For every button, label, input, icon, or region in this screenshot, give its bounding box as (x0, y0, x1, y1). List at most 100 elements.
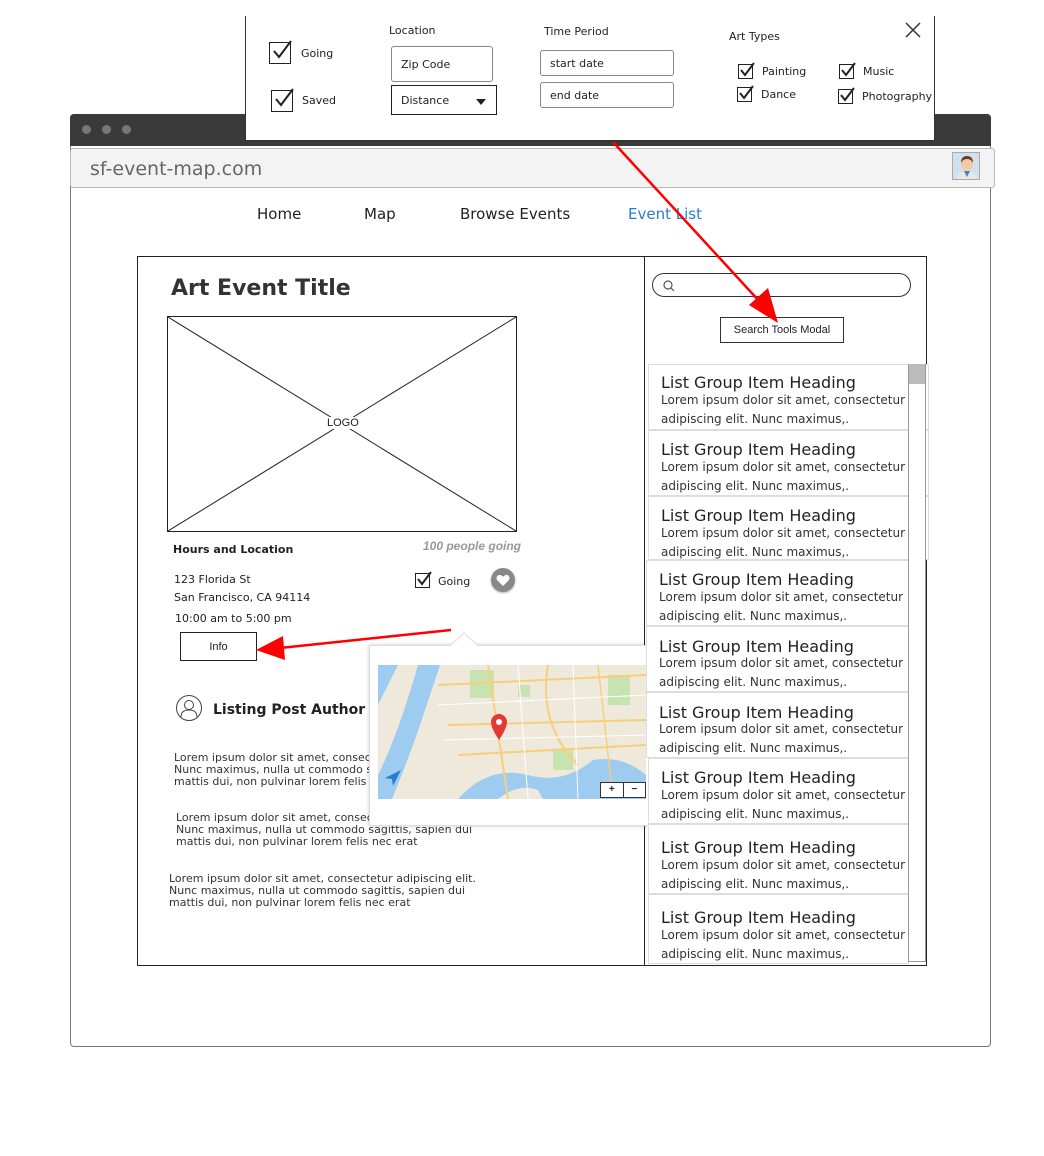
list-item-heading: List Group Item Heading (661, 440, 856, 459)
going-checkbox[interactable] (415, 571, 432, 588)
list-item-text: Lorem ipsum dolor sit amet, consectetur (659, 722, 904, 736)
nav-map[interactable]: Map (364, 205, 396, 223)
close-icon[interactable] (904, 21, 922, 39)
music-checkbox[interactable] (839, 62, 856, 79)
list-item-heading: List Group Item Heading (659, 570, 854, 589)
map-pin-icon[interactable] (490, 713, 508, 741)
art-types-heading: Art Types (729, 30, 780, 43)
list-item-text: Lorem ipsum dolor sit amet, consectetur (661, 526, 906, 540)
info-button[interactable]: Info (180, 632, 257, 661)
search-icon (663, 280, 675, 292)
favorite-heart-button[interactable] (491, 568, 515, 592)
going-filter-checkbox[interactable] (269, 40, 292, 64)
music-label: Music (863, 65, 895, 78)
time-period-heading: Time Period (544, 25, 609, 38)
checkmark-icon (273, 40, 292, 59)
listing-post-author: Listing Post Author (213, 702, 366, 718)
search-input[interactable] (652, 273, 911, 297)
address-line1: 123 Florida St (174, 573, 251, 586)
list-item-text: adipiscing elit. Nunc maximus,. (661, 545, 850, 559)
list-item[interactable]: List Group Item Heading Lorem ipsum dolo… (646, 692, 909, 758)
list-item-heading: List Group Item Heading (661, 908, 856, 927)
list-item-text: Lorem ipsum dolor sit amet, consectetur (661, 393, 906, 407)
list-scrollbar[interactable] (908, 364, 926, 962)
start-date-input[interactable]: start date (540, 50, 674, 76)
list-item-text: adipiscing elit. Nunc maximus,. (659, 675, 848, 689)
description-paragraph-3: Lorem ipsum dolor sit amet, consectetur … (169, 872, 476, 909)
map-view[interactable] (378, 665, 646, 799)
list-item-text: Lorem ipsum dolor sit amet, consectetur (661, 928, 906, 942)
author-avatar-icon (176, 695, 202, 721)
list-item[interactable]: List Group Item Heading Lorem ipsum dolo… (648, 496, 929, 560)
url-text[interactable]: sf-event-map.com (90, 158, 262, 180)
hours-location-heading: Hours and Location (173, 543, 294, 556)
list-item[interactable]: List Group Item Heading Lorem ipsum dolo… (648, 430, 929, 496)
list-item-heading: List Group Item Heading (661, 506, 856, 525)
nav-home[interactable]: Home (257, 205, 301, 223)
list-item-heading: List Group Item Heading (661, 838, 856, 857)
list-item-heading: List Group Item Heading (661, 768, 856, 787)
location-heading: Location (389, 24, 436, 37)
people-going-count: 100 people going (423, 539, 522, 553)
saved-filter-checkbox[interactable] (271, 88, 294, 112)
list-item-text: Lorem ipsum dolor sit amet, consectetur (661, 858, 906, 872)
nav-browse-events[interactable]: Browse Events (460, 205, 570, 223)
search-tools-modal-button[interactable]: Search Tools Modal (720, 317, 844, 343)
user-avatar-icon[interactable] (952, 152, 980, 180)
list-item-text: Lorem ipsum dolor sit amet, consectetur (659, 590, 904, 604)
column-divider (644, 256, 645, 966)
zip-code-input[interactable]: Zip Code (391, 46, 493, 82)
nav-event-list[interactable]: Event List (628, 205, 702, 223)
photography-checkbox[interactable] (838, 87, 855, 104)
list-item[interactable]: List Group Item Heading Lorem ipsum dolo… (648, 824, 909, 894)
address-line2: San Francisco, CA 94114 (174, 591, 311, 604)
checkmark-icon (417, 571, 432, 586)
logo-label: LOGO (327, 417, 359, 429)
chevron-down-icon (476, 99, 486, 105)
list-item[interactable]: List Group Item Heading Lorem ipsum dolo… (648, 758, 909, 824)
dance-checkbox[interactable] (737, 85, 754, 102)
map-zoom-control: + − (600, 782, 646, 798)
end-date-input[interactable]: end date (540, 82, 674, 108)
checkmark-icon (841, 62, 856, 77)
list-item[interactable]: List Group Item Heading Lorem ipsum dolo… (646, 626, 909, 692)
list-item[interactable]: List Group Item Heading Lorem ipsum dolo… (646, 560, 909, 626)
list-item[interactable]: List Group Item Heading Lorem ipsum dolo… (648, 364, 929, 430)
list-item-text: adipiscing elit. Nunc maximus,. (661, 412, 850, 426)
scrollbar-thumb[interactable] (909, 364, 925, 384)
checkmark-icon (840, 87, 855, 102)
photography-label: Photography (862, 90, 933, 103)
list-item-heading: List Group Item Heading (661, 373, 856, 392)
going-label: Going (438, 575, 471, 588)
list-item-text: Lorem ipsum dolor sit amet, consectetur (661, 788, 906, 802)
painting-checkbox[interactable] (738, 62, 755, 79)
distance-select-value: Distance (401, 93, 450, 107)
checkmark-icon (275, 88, 294, 107)
window-close-dot[interactable] (82, 125, 91, 134)
window-maximize-dot[interactable] (122, 125, 131, 134)
dance-label: Dance (761, 88, 796, 101)
list-item-text: Lorem ipsum dolor sit amet, consectetur (661, 460, 906, 474)
navigation-arrow-icon (385, 770, 401, 786)
checkmark-icon (740, 62, 755, 77)
list-item-text: adipiscing elit. Nunc maximus,. (661, 807, 850, 821)
list-item-text: Lorem ipsum dolor sit amet, consectetur (659, 656, 904, 670)
checkmark-icon (739, 85, 754, 100)
zoom-out-button[interactable]: − (624, 783, 646, 797)
list-item[interactable]: List Group Item Heading Lorem ipsum dolo… (648, 894, 909, 964)
window-minimize-dot[interactable] (102, 125, 111, 134)
event-hours: 10:00 am to 5:00 pm (175, 612, 292, 625)
painting-label: Painting (762, 65, 807, 78)
event-title: Art Event Title (171, 276, 351, 301)
saved-filter-label: Saved (302, 94, 336, 107)
going-filter-label: Going (301, 47, 334, 60)
list-item-text: adipiscing elit. Nunc maximus,. (659, 741, 848, 755)
distance-select[interactable]: Distance (391, 85, 497, 115)
zoom-in-button[interactable]: + (601, 783, 624, 797)
popover-pointer (450, 632, 479, 647)
heart-icon (496, 574, 510, 586)
list-item-text: adipiscing elit. Nunc maximus,. (661, 479, 850, 493)
list-item-text: adipiscing elit. Nunc maximus,. (661, 877, 850, 891)
list-item-text: adipiscing elit. Nunc maximus,. (659, 609, 848, 623)
list-item-text: adipiscing elit. Nunc maximus,. (661, 947, 850, 961)
